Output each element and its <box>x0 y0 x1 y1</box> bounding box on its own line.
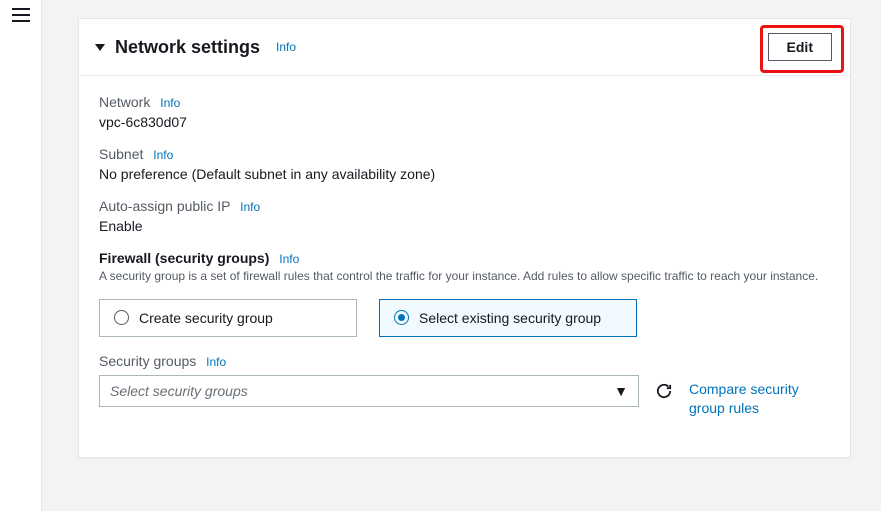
subnet-info-link[interactable]: Info <box>153 148 173 162</box>
refresh-icon[interactable] <box>655 382 673 400</box>
network-value: vpc-6c830d07 <box>99 114 830 130</box>
create-sg-label: Create security group <box>139 310 273 326</box>
panel-title: Network settings <box>115 37 260 58</box>
public-ip-value: Enable <box>99 218 830 234</box>
security-groups-placeholder: Select security groups <box>110 383 248 399</box>
compare-sg-rules-link[interactable]: Compare security group rules <box>689 380 819 419</box>
edit-button[interactable]: Edit <box>768 33 832 61</box>
select-existing-sg-label: Select existing security group <box>419 310 601 326</box>
collapse-caret-icon[interactable] <box>95 44 105 51</box>
security-groups-label: Security groups <box>99 353 196 369</box>
security-groups-select[interactable]: Select security groups ▼ <box>99 375 639 407</box>
create-security-group-radio[interactable]: Create security group <box>99 299 357 337</box>
network-settings-panel: Network settings Info Edit Network Info … <box>78 18 851 458</box>
public-ip-label: Auto-assign public IP <box>99 198 230 214</box>
chevron-down-icon: ▼ <box>614 383 628 399</box>
subnet-label: Subnet <box>99 146 143 162</box>
network-label: Network <box>99 94 150 110</box>
public-ip-info-link[interactable]: Info <box>240 200 260 214</box>
subnet-value: No preference (Default subnet in any ava… <box>99 166 830 182</box>
radio-icon <box>114 310 129 325</box>
menu-toggle-icon[interactable] <box>12 8 30 22</box>
firewall-info-link[interactable]: Info <box>279 252 299 266</box>
radio-icon <box>394 310 409 325</box>
network-settings-info-link[interactable]: Info <box>276 40 296 54</box>
firewall-description: A security group is a set of firewall ru… <box>99 268 830 285</box>
select-existing-security-group-radio[interactable]: Select existing security group <box>379 299 637 337</box>
security-groups-info-link[interactable]: Info <box>206 355 226 369</box>
network-info-link[interactable]: Info <box>160 96 180 110</box>
firewall-heading: Firewall (security groups) <box>99 250 269 266</box>
